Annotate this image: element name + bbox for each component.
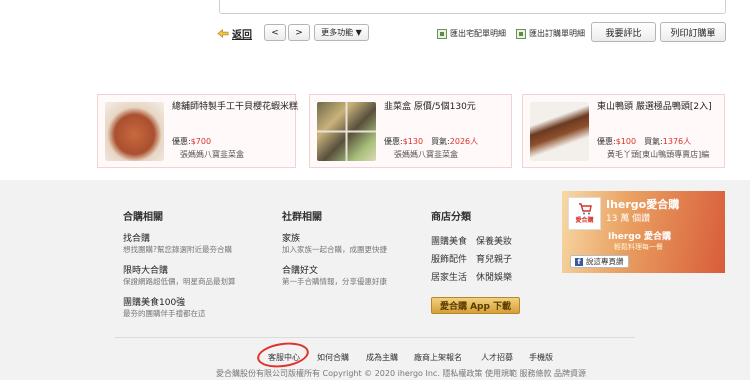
review-button[interactable]: 我要評比 <box>591 22 656 42</box>
prev-button[interactable]: < <box>264 24 286 41</box>
footer-link-limited-time[interactable]: 限時大合購 <box>123 263 168 276</box>
footer-link-sub: 保證網路超低價，明星商品最划算 <box>123 277 236 286</box>
bottom-link-how-to[interactable]: 如何合購 <box>317 352 349 363</box>
brand-logo[interactable]: 愛合購 <box>568 197 601 230</box>
hand-pointer-icon <box>217 29 229 38</box>
footer-divider <box>115 337 635 338</box>
product-title[interactable]: 總舖師特製手工干貝櫻花蝦米糕 <box>172 101 312 114</box>
footer-link-family[interactable]: 家族 <box>282 231 300 244</box>
app-download-button[interactable]: 愛合購 App 下載 <box>431 297 520 314</box>
back-link[interactable]: 返回 <box>217 26 252 41</box>
group-buy-heading: 合購相關 <box>123 212 163 223</box>
footer-link-top100[interactable]: 團購美食100強 <box>123 295 185 308</box>
product-card[interactable]: 韭菜盒 原價/5個130元 優惠:$130 買氣:2026人 張媽媽八寶韭菜盒 <box>309 94 512 168</box>
price-label: 優惠: <box>172 137 191 146</box>
facebook-icon: f <box>575 257 583 266</box>
price-label: 優惠: <box>384 137 403 146</box>
footer-link-sub: 最夯的團購伴手禮都在這 <box>123 309 206 318</box>
facebook-like-button[interactable]: f 說這專頁讚 <box>570 255 629 268</box>
footer-link-find-group-buy[interactable]: 找合購 <box>123 231 150 244</box>
product-image[interactable] <box>530 102 589 161</box>
store-name[interactable]: 張媽媽八寶韭菜盒 <box>180 149 244 160</box>
sold-label: 買氣: <box>644 137 663 146</box>
category-leisure[interactable]: 休閒娛樂 <box>476 270 512 283</box>
category-food[interactable]: 團購美食 <box>431 234 467 247</box>
export-delivery-label: 匯出宅配單明細 <box>450 29 506 38</box>
facebook-banner-subtitle: 輕鬆料理每一餐 <box>614 243 663 251</box>
footer-link-sub: 加入家族一起合購，成團更快捷 <box>282 245 387 254</box>
footer-link-articles[interactable]: 合購好文 <box>282 263 318 276</box>
sold-label: 買氣: <box>431 137 450 146</box>
product-card[interactable]: 東山鴨頭 嚴選極品鴨頭[2入] 優惠:$100 買氣:1376人 黃毛丫頭[東山… <box>522 94 725 168</box>
more-functions-dropdown[interactable]: 更多功能 ▼ <box>314 24 369 41</box>
community-heading: 社群相關 <box>282 212 322 223</box>
sold-count: 2026人 <box>449 137 479 146</box>
facebook-like-count: 13 萬 個讚 <box>606 214 651 224</box>
category-beauty[interactable]: 保養美妝 <box>476 234 512 247</box>
copyright-text: 愛合購股份有限公司版權所有 Copyright © 2020 ihergo In… <box>216 369 587 378</box>
product-price-row: 優惠:$100 買氣:1376人 <box>597 136 691 147</box>
next-button[interactable]: > <box>288 24 310 41</box>
bottom-link-vendor-signup[interactable]: 廠商上架報名 <box>414 352 462 363</box>
spreadsheet-icon <box>516 28 526 39</box>
store-name[interactable]: 黃毛丫頭[東山鴨頭專賣店]編 <box>607 149 709 160</box>
product-price: $130 <box>402 137 424 146</box>
footer-link-sub: 想找團購?幫您錄選附近最夯合購 <box>123 245 232 254</box>
product-image[interactable] <box>317 102 376 161</box>
product-title[interactable]: 東山鴨頭 嚴選極品鴨頭[2入] <box>597 101 737 114</box>
product-price: $100 <box>615 137 637 146</box>
product-price-row: 優惠:$700 <box>172 136 211 147</box>
content-panel-bottom <box>219 0 726 14</box>
export-delivery-link[interactable]: 匯出宅配單明細 <box>437 28 506 39</box>
facebook-page-name[interactable]: Ihergo愛合購 <box>606 196 679 212</box>
product-card[interactable]: 總舖師特製手工干貝櫻花蝦米糕 優惠:$700 張媽媽八寶韭菜盒 <box>97 94 298 168</box>
facebook-like-label: 說這專頁讚 <box>586 257 624 266</box>
print-order-button[interactable]: 列印訂購單 <box>660 22 726 42</box>
bottom-link-mobile[interactable]: 手機版 <box>529 352 553 363</box>
category-parenting[interactable]: 育兒親子 <box>476 252 512 265</box>
export-order-label: 匯出訂購單明細 <box>529 29 585 38</box>
footer-link-sub: 第一手合購情報，分享優惠好康 <box>282 277 387 286</box>
categories-heading: 商店分類 <box>431 212 471 223</box>
export-order-link[interactable]: 匯出訂購單明細 <box>516 28 585 39</box>
facebook-page-widget[interactable]: 愛合購 Ihergo愛合購 13 萬 個讚 Ihergo 愛合購 輕鬆料理每一餐… <box>562 191 725 273</box>
product-price-row: 優惠:$130 買氣:2026人 <box>384 136 478 147</box>
category-home[interactable]: 居家生活 <box>431 270 467 283</box>
product-image[interactable] <box>105 102 164 161</box>
category-apparel[interactable]: 服飾配件 <box>431 252 467 265</box>
spreadsheet-icon <box>437 28 447 39</box>
bottom-link-become-host[interactable]: 成為主購 <box>366 352 398 363</box>
sold-count: 1376人 <box>662 137 692 146</box>
store-name[interactable]: 張媽媽八寶韭菜盒 <box>394 149 458 160</box>
product-price: $700 <box>190 137 212 146</box>
brand-logo-text: 愛合購 <box>575 217 594 224</box>
back-link-label[interactable]: 返回 <box>232 26 252 41</box>
bottom-link-careers[interactable]: 人才招募 <box>481 352 513 363</box>
price-label: 優惠: <box>597 137 616 146</box>
cart-icon <box>578 203 592 215</box>
facebook-banner-title: Ihergo 愛合購 <box>608 232 672 242</box>
product-title[interactable]: 韭菜盒 原價/5個130元 <box>384 101 524 114</box>
